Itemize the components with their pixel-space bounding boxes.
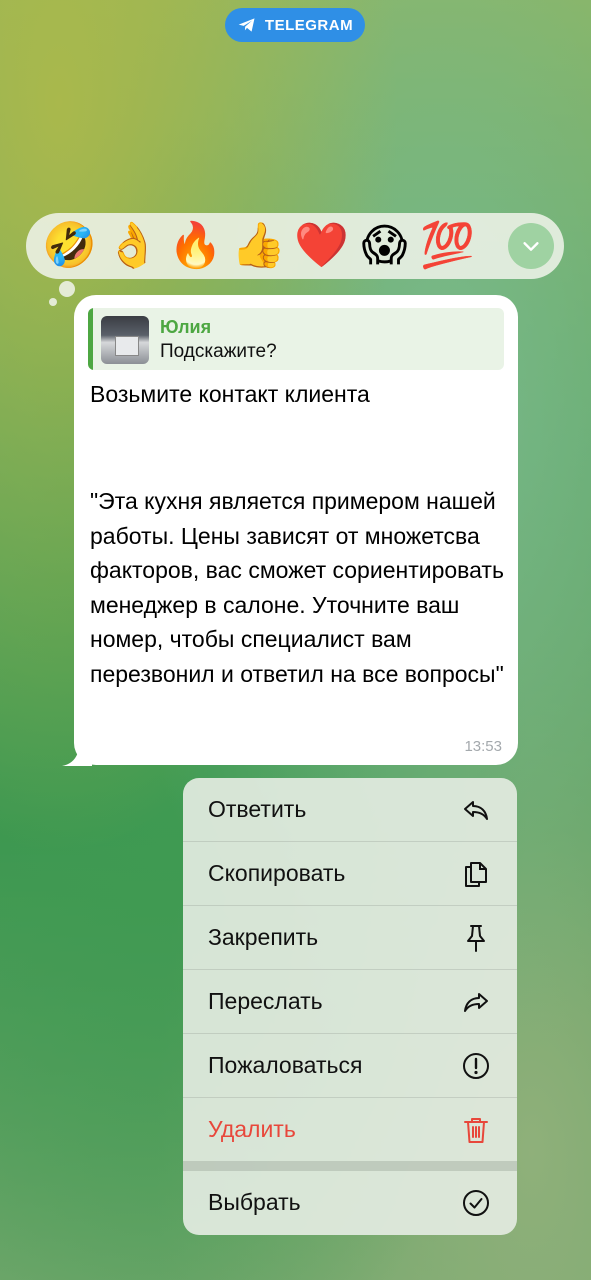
- reply-text: Подскажите?: [160, 341, 277, 362]
- reaction-fire[interactable]: 🔥: [164, 218, 227, 274]
- message-bubble[interactable]: Юлия Подскажите? Возьмите контакт клиент…: [74, 295, 518, 765]
- menu-item-report[interactable]: Пожаловаться: [183, 1034, 517, 1097]
- reply-thumbnail: [101, 316, 149, 364]
- reactions-tail-dot: [59, 281, 75, 297]
- reply-preview[interactable]: Юлия Подскажите?: [88, 308, 504, 370]
- menu-item-label: Выбрать: [208, 1189, 301, 1215]
- reaction-hundred[interactable]: 💯: [416, 218, 479, 274]
- telegram-watermark: TELEGRAM: [225, 8, 365, 42]
- menu-item-label: Закрепить: [208, 924, 319, 950]
- reactions-bar: 🤣 👌 🔥 👍 ❤️ 😱 💯: [26, 213, 564, 279]
- message-first-line: Возьмите контакт клиента: [90, 381, 370, 407]
- trash-icon: [461, 1115, 491, 1145]
- menu-item-pin[interactable]: Закрепить: [183, 906, 517, 969]
- forward-icon: [461, 987, 491, 1017]
- chevron-down-icon: [523, 242, 539, 251]
- report-icon: [461, 1051, 491, 1081]
- message-text: "Эта кухня является примером нашей работ…: [90, 488, 504, 687]
- reaction-rofl[interactable]: 🤣: [38, 218, 101, 274]
- menu-item-reply[interactable]: Ответить: [183, 778, 517, 841]
- context-menu: Ответить Скопировать Закрепить Переслать…: [183, 778, 517, 1235]
- check-circle-icon: [461, 1188, 491, 1218]
- menu-item-label: Переслать: [208, 988, 323, 1014]
- menu-item-label: Скопировать: [208, 860, 346, 886]
- menu-item-label: Ответить: [208, 796, 307, 822]
- reply-accent-bar: [88, 308, 93, 370]
- copy-icon: [461, 859, 491, 889]
- reaction-scream[interactable]: 😱: [353, 218, 416, 274]
- reactions-tail-dot-small: [49, 298, 57, 306]
- reply-icon: [461, 795, 491, 825]
- menu-item-delete[interactable]: Удалить: [183, 1098, 517, 1161]
- menu-item-copy[interactable]: Скопировать: [183, 842, 517, 905]
- pin-icon: [461, 923, 491, 953]
- more-reactions-button[interactable]: [508, 223, 554, 269]
- menu-item-select[interactable]: Выбрать: [183, 1171, 517, 1234]
- reaction-ok-hand[interactable]: 👌: [101, 218, 164, 274]
- reply-author: Юлия: [160, 317, 212, 337]
- telegram-label: TELEGRAM: [264, 16, 354, 34]
- menu-item-label: Удалить: [208, 1116, 296, 1142]
- reaction-heart[interactable]: ❤️: [290, 218, 353, 274]
- message-timestamp: 13:53: [464, 738, 502, 755]
- menu-item-label: Пожаловаться: [208, 1052, 363, 1078]
- menu-item-forward[interactable]: Переслать: [183, 970, 517, 1033]
- telegram-plane-icon: [238, 18, 255, 32]
- menu-group-divider: [183, 1161, 517, 1171]
- reaction-thumbs-up[interactable]: 👍: [227, 218, 290, 274]
